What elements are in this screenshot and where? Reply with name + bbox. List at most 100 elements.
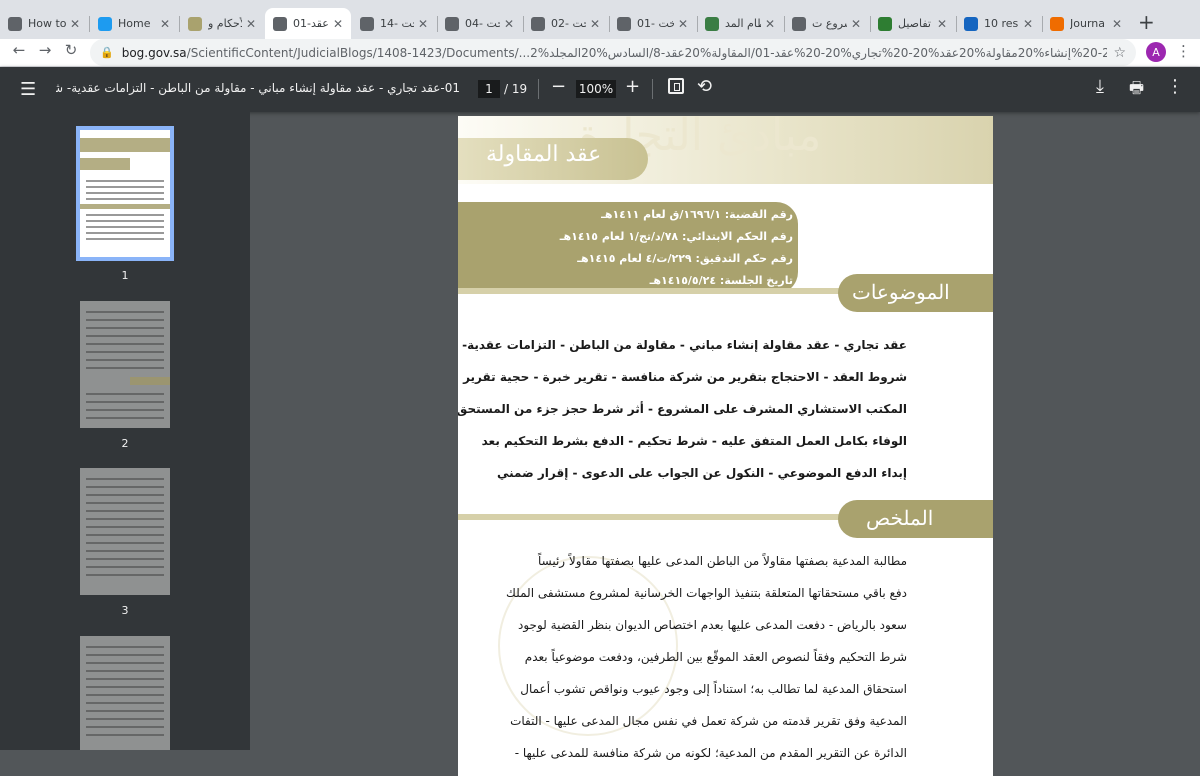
page-number-input[interactable]: 1 [478, 80, 500, 98]
close-tab-icon[interactable]: ✕ [504, 17, 514, 31]
summary-line: استحقاق المدعية لما تطالب به؛ استناداً إ… [520, 682, 907, 696]
zoom-level-input[interactable]: 100% [576, 80, 616, 98]
toolbar-divider [652, 79, 653, 99]
browser-tab[interactable]: Home ✕ [90, 8, 178, 39]
bog-icon [188, 16, 202, 31]
tab-title: 10 res [984, 17, 1019, 30]
close-tab-icon[interactable]: ✕ [765, 17, 775, 31]
browser-tab[interactable]: مشروع ت ✕ [784, 8, 869, 39]
summary-line: مطالبة المدعية بصفتها مقاولاً من الباطن … [537, 554, 907, 568]
globe-icon [273, 16, 287, 31]
twitter-icon [98, 16, 112, 31]
topics-line: عقد تجاري - عقد مقاولة إنشاء مباني - مقا… [462, 338, 907, 352]
document-title: عقد المقاولة [486, 142, 602, 167]
thumbnail-label: 3 [121, 604, 129, 617]
page-thumbnail-1[interactable] [76, 126, 174, 261]
ministry-icon [705, 16, 719, 31]
browser-toolbar: ← → ↻ 🔒 bog.gov.sa /ScientificContent/Ju… [0, 39, 1200, 67]
summary-line: سعود بالرياض - دفعت المدعى عليها بعدم اخ… [518, 618, 907, 632]
new-tab-button[interactable]: + [1138, 10, 1155, 34]
topics-line: شروط العقد - الاحتجاج بتقرير من شركة منا… [463, 370, 907, 384]
thumbnail-sidebar: 1 2 3 [0, 112, 250, 750]
bookmark-star-icon[interactable]: ☆ [1113, 45, 1126, 61]
browser-tab[interactable]: 14- اخت ✕ [352, 8, 436, 39]
thumbnail-label: 2 [121, 437, 129, 450]
zoom-out-button[interactable]: − [551, 76, 566, 97]
browser-tab[interactable]: 02- اخت ✕ [523, 8, 608, 39]
journal-icon [1050, 16, 1064, 31]
pdf-title: 01-عقد تجاري - عقد مقاولة إنشاء مباني - … [56, 81, 460, 95]
palm-icon [878, 16, 892, 31]
close-tab-icon[interactable]: ✕ [590, 17, 600, 31]
how-to-icon [8, 16, 22, 31]
summary-line: شرط التحكيم وفقاً لنصوص العقد الموقّع بي… [524, 650, 907, 664]
address-bar[interactable]: 🔒 bog.gov.sa /ScientificContent/Judicial… [90, 39, 1136, 66]
thumbnail-label: 1 [121, 269, 129, 282]
forward-button[interactable]: → [34, 41, 56, 59]
close-tab-icon[interactable]: ✕ [70, 17, 80, 31]
close-tab-icon[interactable]: ✕ [937, 17, 947, 31]
browser-tab[interactable]: تفاصيل ✕ [870, 8, 955, 39]
browser-tab[interactable]: 04- اخت ✕ [437, 8, 522, 39]
page-thumbnail-2[interactable] [80, 301, 170, 428]
tab-title: 14- اخت [380, 17, 414, 30]
url-path: /ScientificContent/JudicialBlogs/1408-14… [186, 45, 1108, 60]
sidebar-menu-icon[interactable]: ☰ [20, 79, 36, 100]
rotate-icon[interactable]: ⟲ [697, 76, 712, 97]
browser-menu-icon[interactable]: ⋮ [1176, 42, 1191, 60]
reload-button[interactable]: ↻ [60, 41, 82, 59]
tab-title: 02- اخت [551, 17, 586, 30]
tab-title: الأحكام و [208, 17, 242, 30]
browser-tab[interactable]: نظام المد ✕ [697, 8, 783, 39]
tab-title: 01- اخت [637, 17, 674, 30]
topics-heading: الموضوعات [852, 280, 950, 304]
case-number: رقم القضية: ١٦٩٦/١/ق لعام ١٤١١هـ [601, 208, 793, 221]
topics-line: الوفاء بكامل العمل المتفق عليه - شرط تحك… [481, 434, 907, 448]
page-thumbnail-3[interactable] [80, 468, 170, 595]
browser-tab[interactable]: How to ✕ [0, 8, 88, 39]
tab-title: 04- اخت [465, 17, 500, 30]
lock-icon: 🔒 [100, 46, 114, 59]
fit-page-icon[interactable] [668, 78, 684, 94]
download-icon[interactable]: ⤓ [1096, 76, 1104, 97]
close-tab-icon[interactable]: ✕ [851, 17, 861, 31]
tab-title: مشروع ت [812, 17, 847, 30]
pdf-toolbar: ☰ 01-عقد تجاري - عقد مقاولة إنشاء مباني … [0, 67, 1200, 112]
globe-icon [360, 16, 374, 31]
tab-title: تفاصيل [898, 17, 931, 30]
topics-line: المكتب الاستشاري المشرف على المشروع - أث… [458, 402, 907, 416]
close-tab-icon[interactable]: ✕ [678, 17, 688, 31]
close-tab-icon[interactable]: ✕ [246, 17, 256, 31]
browser-tab[interactable]: الأحكام و ✕ [180, 8, 264, 39]
summary-line: المدعية وفق تقرير قدمته من شركة تعمل في … [510, 714, 907, 728]
print-icon[interactable]: 🖶 [1129, 77, 1144, 104]
summary-line: دفع باقي مستحقاتها المتعلقة بتنفيذ الواج… [506, 586, 907, 600]
pdf-page-1: مبادئ التجارة عقد المقاولة رقم القضية: ١… [458, 116, 993, 776]
seal-watermark [498, 556, 678, 736]
close-tab-icon[interactable]: ✕ [1112, 17, 1122, 31]
globe-icon [445, 16, 459, 31]
url-host: bog.gov.sa [121, 45, 187, 60]
profile-avatar[interactable]: A [1146, 42, 1166, 62]
summary-heading: الملخص [866, 506, 934, 530]
browser-tab[interactable]: 10 res ✕ [956, 8, 1041, 39]
page-total: / 19 [504, 82, 528, 96]
back-button[interactable]: ← [8, 41, 30, 59]
audit-ruling-number: رقم حكم التدقيق: ٢٢٩/ت/٤ لعام ١٤١٥هـ [577, 252, 793, 265]
browser-tab[interactable]: عقد-01 ✕ [265, 8, 351, 39]
page-thumbnail-4[interactable] [80, 636, 170, 750]
globe-icon [792, 16, 806, 31]
tab-title: Journa [1070, 17, 1105, 30]
initial-ruling-number: رقم الحكم الابتدائي: ٧٨/د/تج/١ لعام ١٤١٥… [559, 230, 793, 243]
topics-line: إبداء الدفع الموضوعي - النكول عن الجواب … [497, 466, 907, 480]
more-actions-icon[interactable]: ⋮ [1166, 76, 1184, 97]
zoom-in-button[interactable]: + [625, 76, 640, 97]
tab-strip: How to✕Home✕الأحكام و✕عقد-01✕14- اخت✕04-… [0, 0, 1200, 39]
close-tab-icon[interactable]: ✕ [418, 17, 428, 31]
browser-tab[interactable]: 01- اخت ✕ [609, 8, 696, 39]
close-tab-icon[interactable]: ✕ [333, 17, 343, 31]
close-tab-icon[interactable]: ✕ [160, 17, 170, 31]
tab-title: عقد-01 [293, 17, 329, 30]
close-tab-icon[interactable]: ✕ [1023, 17, 1033, 31]
browser-tab[interactable]: Journa ✕ [1042, 8, 1130, 39]
